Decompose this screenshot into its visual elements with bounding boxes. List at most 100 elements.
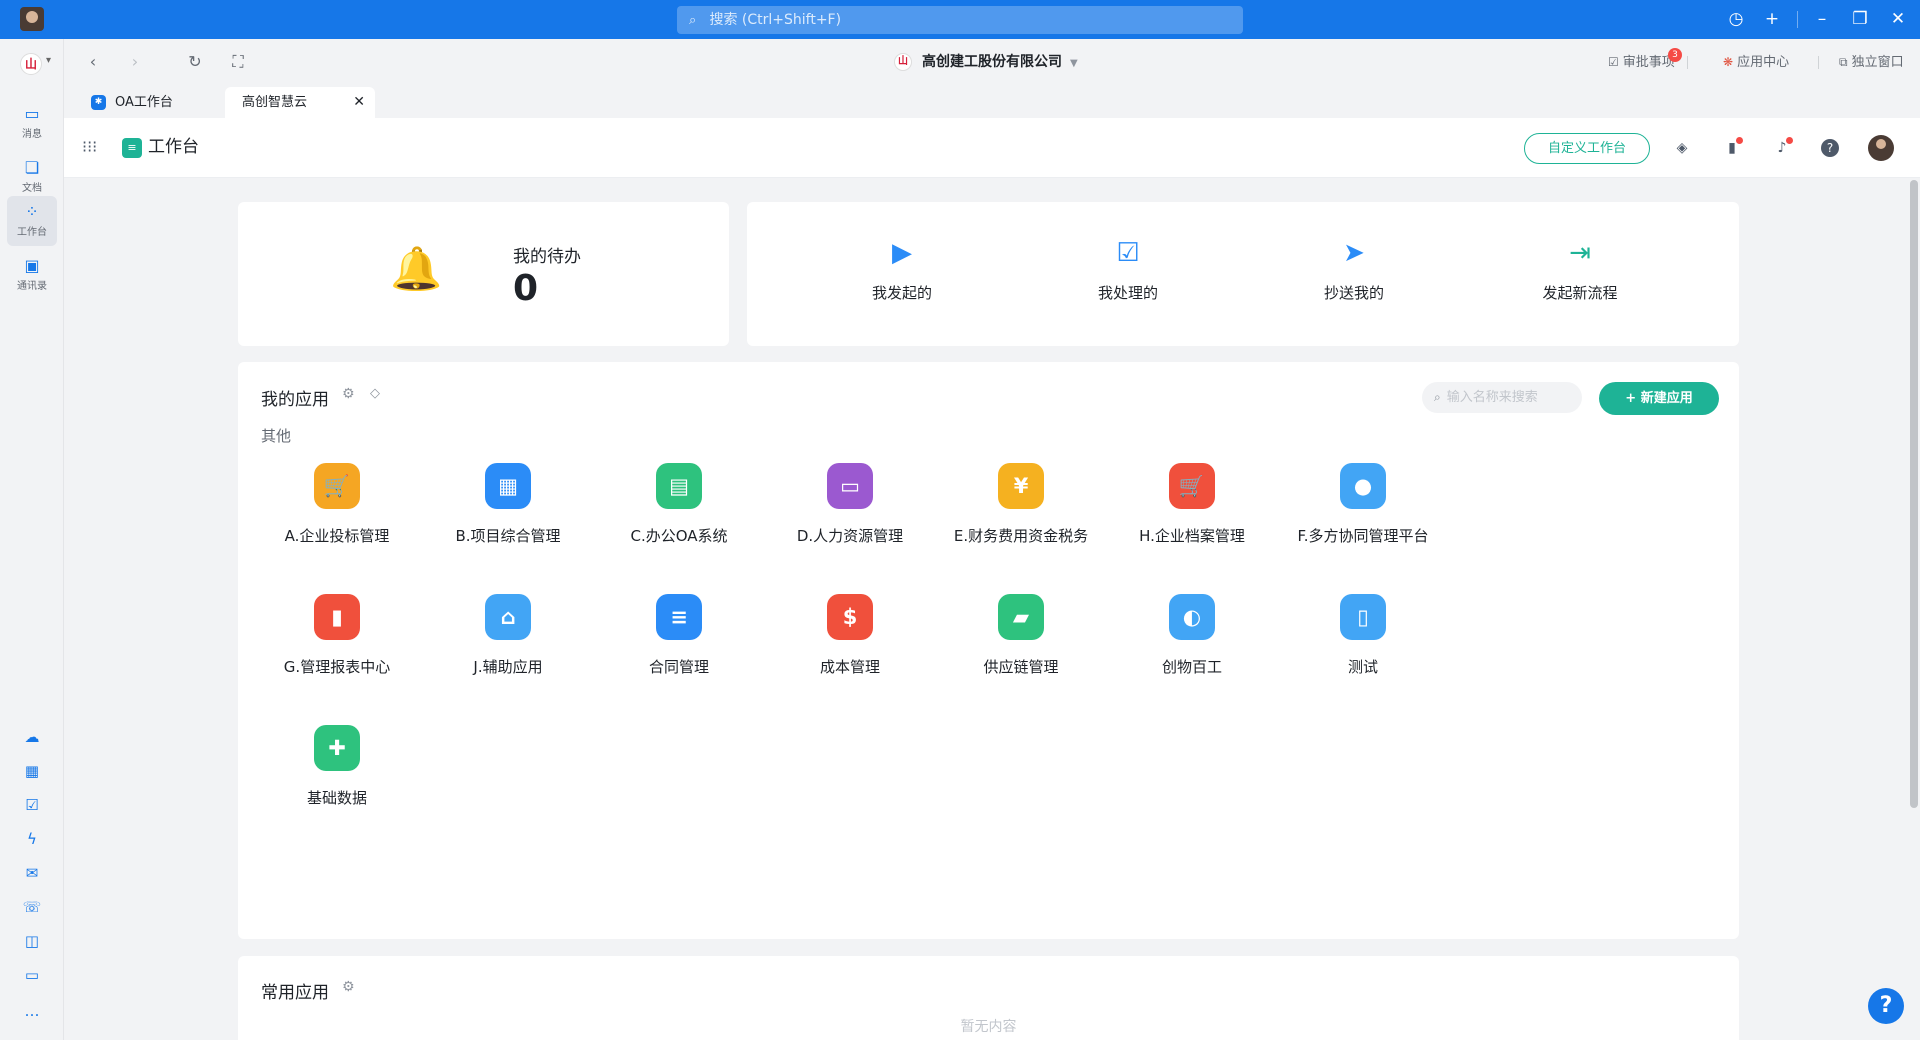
avatar[interactable] — [1868, 135, 1894, 161]
lightning-icon[interactable]: ϟ — [22, 829, 42, 849]
app-tile[interactable]: ▦ B.项目综合管理 — [413, 463, 603, 546]
more-icon[interactable]: … — [22, 1001, 42, 1021]
paper-plane-icon: ➤ — [1343, 238, 1365, 268]
app-tab-icon: ✱ — [91, 95, 106, 110]
tab-bar: ✱ OA工作台 高创智慧云 ✕ — [64, 85, 1920, 118]
app-tile[interactable]: ⌂ J.辅助应用 — [413, 594, 603, 677]
quick-label: 我处理的 — [1097, 284, 1158, 302]
workbench-logo-icon: ≡ — [122, 138, 142, 158]
customize-workbench-button[interactable]: 自定义工作台 — [1524, 133, 1650, 164]
building-icon: ▦ — [485, 463, 531, 509]
phone-icon[interactable]: ☏ — [22, 897, 42, 917]
new-app-button[interactable]: + 新建应用 — [1599, 382, 1719, 415]
app-tile[interactable]: ¥ E.财务费用资金税务 — [926, 463, 1116, 546]
todo-label: 我的待办 — [513, 247, 581, 267]
quick-cc[interactable]: ➤ 抄送我的 — [1294, 236, 1414, 303]
crm-icon: ● — [1340, 463, 1386, 509]
back-icon[interactable]: ‹ — [82, 51, 104, 73]
id-card-icon: ▭ — [827, 463, 873, 509]
help-icon[interactable]: ? — [1821, 139, 1839, 157]
app-tile[interactable]: ▭ D.人力资源管理 — [755, 463, 945, 546]
compass-icon[interactable]: ◈ — [1671, 137, 1693, 159]
approval-link[interactable]: ☑ 审批事项 3 — [1608, 48, 1682, 74]
app-center-label: 应用中心 — [1737, 55, 1790, 70]
app-search-placeholder: 输入名称来搜索 — [1446, 390, 1538, 405]
app-label: H.企业档案管理 — [1139, 527, 1245, 545]
gear-icon[interactable]: ⚙ — [342, 386, 355, 402]
app-tile[interactable]: 🛒 A.企业投标管理 — [242, 463, 432, 546]
approval-label: 审批事项 — [1622, 55, 1675, 70]
app-tile[interactable]: ▮ G.管理报表中心 — [242, 594, 432, 677]
app-center-link[interactable]: ❋ 应用中心 — [1723, 51, 1789, 74]
rail-item-workbench[interactable]: ⁘ 工作台 — [7, 196, 57, 246]
app-label: G.管理报表中心 — [283, 658, 391, 676]
task-check-icon[interactable]: ☑ — [22, 795, 42, 815]
forward-icon[interactable]: › — [124, 51, 146, 73]
app-label: C.办公OA系统 — [630, 527, 728, 545]
search-icon: ⌕ — [1434, 390, 1441, 404]
plus-icon: + — [1625, 391, 1641, 406]
flow-start-icon: ⇥ — [1569, 238, 1591, 268]
app-tile[interactable]: ≡ 合同管理 — [584, 594, 774, 677]
app-tile[interactable]: 🛒 H.企业档案管理 — [1097, 463, 1287, 546]
truck-icon: ▰ — [998, 594, 1044, 640]
gear-icon[interactable]: ⚙ — [342, 979, 355, 995]
app-tile[interactable]: ◐ 创物百工 — [1097, 594, 1287, 677]
app-tile[interactable]: ▤ C.办公OA系统 — [584, 463, 774, 546]
user-avatar[interactable] — [20, 7, 44, 31]
plus-icon[interactable]: + — [1761, 8, 1783, 30]
left-rail: 山 ▾ ▭ 消息 ❏ 文档 ⁘ 工作台 ▣ 通讯录 ☁ ▦ ☑ ϟ ✉ ☏ ◫ … — [0, 39, 64, 1040]
app-search-input[interactable]: ⌕ 输入名称来搜索 — [1422, 382, 1582, 413]
mail-icon[interactable]: ✉ — [22, 863, 42, 883]
tab-smart-cloud[interactable]: 高创智慧云 ✕ — [225, 87, 375, 118]
app-tile[interactable]: $ 成本管理 — [755, 594, 945, 677]
app-label: 测试 — [1347, 658, 1378, 676]
my-apps-card: 我的应用 ⚙ ◇ ⌕ 输入名称来搜索 + 新建应用 其他 🛒 A.企业投标管理 ▦ B.… — [238, 362, 1739, 939]
app-label: A.企业投标管理 — [284, 527, 390, 545]
refresh-icon[interactable]: ↻ — [184, 51, 206, 73]
app-tile[interactable]: ● F.多方协同管理平台 — [1268, 463, 1458, 546]
app-label: F.多方协同管理平台 — [1297, 527, 1429, 545]
app-label: D.人力资源管理 — [796, 527, 904, 545]
app-grid-icon[interactable]: ⁝⁝⁝ — [82, 138, 100, 156]
quick-label: 抄送我的 — [1323, 284, 1384, 302]
chevron-down-icon[interactable]: ▾ — [46, 55, 51, 66]
files-icon[interactable]: ▮ — [1721, 137, 1743, 159]
nav-divider — [1818, 56, 1819, 69]
columns-icon: ▯ — [1340, 594, 1386, 640]
history-icon[interactable]: ◷ — [1725, 8, 1747, 30]
common-apps-card: 常用应用 ⚙ 暂无内容 — [238, 956, 1739, 1040]
tab-oa-workbench[interactable]: ✱ OA工作台 — [91, 87, 231, 118]
standalone-window-link[interactable]: ⧉ 独立窗口 — [1839, 51, 1904, 74]
quick-handled[interactable]: ☑ 我处理的 — [1068, 236, 1188, 303]
rail-item-label: 工作台 — [17, 227, 47, 238]
app-tile[interactable]: ▰ 供应链管理 — [926, 594, 1116, 677]
company-switcher[interactable]: 山高创建工股份有限公司 ▼ — [894, 51, 1078, 73]
app-tile[interactable]: ▯ 测试 — [1268, 594, 1458, 677]
tag-icon[interactable]: ◇ — [370, 386, 380, 401]
notes-icon[interactable]: ◫ — [22, 931, 42, 951]
quick-initiated[interactable]: ▶ 我发起的 — [842, 236, 962, 303]
global-search-input[interactable]: ⌕ 搜索 (Ctrl+Shift+F) — [677, 6, 1243, 34]
minimize-icon[interactable]: – — [1811, 8, 1833, 30]
app-label: 创物百工 — [1161, 658, 1222, 676]
close-icon[interactable]: ✕ — [1887, 8, 1909, 30]
document-icon: ❏ — [24, 158, 40, 177]
close-icon[interactable]: ✕ — [353, 87, 365, 118]
cloud-icon[interactable]: ☁ — [22, 727, 42, 747]
folder-icon[interactable]: ▭ — [22, 965, 42, 985]
quick-new-flow[interactable]: ⇥ 发起新流程 — [1520, 236, 1640, 303]
help-fab-icon[interactable]: ? — [1868, 988, 1904, 1024]
bell-icon[interactable]: ♪ — [1771, 137, 1793, 159]
rail-item-messages[interactable]: ▭ 消息 — [7, 98, 57, 148]
calendar-icon[interactable]: ▦ — [22, 761, 42, 781]
org-logo-icon[interactable]: 山 — [20, 53, 42, 75]
cart-icon: 🛒 — [1169, 463, 1215, 509]
rail-item-contacts[interactable]: ▣ 通讯录 — [7, 250, 57, 300]
restore-icon[interactable]: ❐ — [1849, 8, 1871, 30]
todo-card[interactable]: 🔔 我的待办 0 — [238, 202, 729, 346]
fullscreen-icon[interactable]: ⛶ — [227, 51, 249, 73]
rail-item-documents[interactable]: ❏ 文档 — [7, 152, 57, 202]
app-tile[interactable]: ✚ 基础数据 — [242, 725, 432, 808]
scrollbar[interactable] — [1910, 180, 1918, 808]
